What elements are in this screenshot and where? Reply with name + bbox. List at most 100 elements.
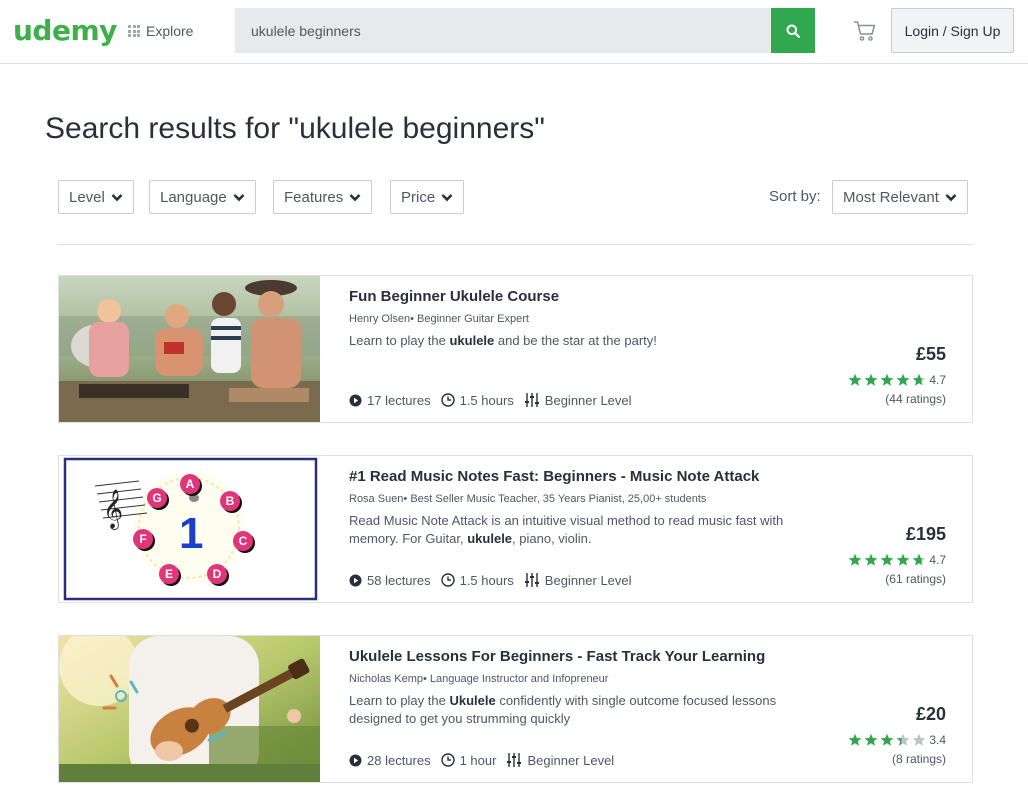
star-rating — [848, 373, 928, 387]
desc-highlight: Ukulele — [449, 693, 496, 708]
course-title[interactable]: Ukulele Lessons For Beginners - Fast Tra… — [349, 648, 765, 665]
course-instructor: Nicholas Kemp• Language Instructor and I… — [349, 673, 609, 685]
top-header: udemy Explore Login / Sign Up — [0, 0, 1028, 64]
star-icon — [849, 373, 862, 386]
clock-icon — [440, 573, 455, 587]
filter-features[interactable]: Features — [273, 180, 373, 214]
chevron-down-icon — [111, 193, 123, 201]
star-icon — [913, 553, 926, 566]
results-divider — [58, 244, 973, 245]
desc-text: , piano, violin. — [512, 531, 592, 546]
course-meta: 58 lectures 1.5 hours Beginner Level — [349, 572, 642, 588]
course-card[interactable]: 𝄞 1 A B C D E F G #1 Read Music Notes Fa… — [58, 455, 973, 603]
svg-text:A: A — [186, 477, 195, 491]
course-level: Beginner Level — [524, 572, 632, 588]
center-number: 1 — [179, 509, 203, 558]
filter-price-label: Price — [401, 188, 436, 206]
play-circle-icon — [349, 574, 362, 586]
course-price: £20 — [915, 704, 946, 724]
clock-icon — [440, 393, 455, 407]
svg-text:C: C — [239, 534, 248, 548]
sort-select[interactable]: Most Relevant — [832, 180, 968, 214]
cart-icon — [854, 21, 876, 41]
explore-label: Explore — [146, 23, 194, 39]
course-rating: 4.7 — [848, 373, 946, 387]
filter-price[interactable]: Price — [390, 180, 465, 214]
course-duration: 1 hour — [440, 752, 497, 768]
course-rating: 4.7 — [848, 553, 946, 567]
course-card[interactable]: Fun Beginner Ukulele Course Henry Olsen•… — [58, 275, 973, 423]
chevron-down-icon — [349, 193, 361, 201]
lectures-label: 28 lectures — [367, 752, 431, 768]
star-icon — [881, 373, 894, 386]
desc-text: Learn to play the — [349, 333, 450, 348]
filter-language[interactable]: Language — [149, 180, 256, 214]
course-instructor: Henry Olsen• Beginner Guitar Expert — [349, 313, 529, 325]
course-price: £195 — [905, 524, 946, 544]
grid-icon — [128, 25, 140, 37]
course-duration: 1.5 hours — [440, 393, 514, 408]
rating-value: 3.4 — [929, 733, 946, 747]
course-duration: 1.5 hours — [440, 572, 514, 588]
search-input[interactable] — [235, 8, 771, 53]
course-title[interactable]: #1 Read Music Notes Fast: Beginners - Mu… — [349, 468, 759, 485]
lectures-count: 58 lectures — [349, 573, 431, 588]
ratings-count: (61 ratings) — [885, 572, 946, 586]
level-label: Beginner Level — [544, 572, 632, 588]
course-description: Learn to play the Ukulele confidently wi… — [349, 692, 819, 728]
search-bar — [235, 8, 815, 53]
page-title: Search results for "ukulele beginners" — [45, 112, 545, 145]
play-circle-icon — [349, 394, 362, 406]
filter-language-label: Language — [160, 188, 227, 206]
login-signup-button[interactable]: Login / Sign Up — [891, 8, 1014, 53]
star-rating — [848, 553, 928, 567]
filter-level[interactable]: Level — [58, 180, 134, 214]
svg-text:D: D — [213, 567, 222, 581]
star-icon — [865, 553, 878, 566]
course-level: Beginner Level — [506, 752, 614, 768]
lectures-label: 58 lectures — [367, 572, 431, 588]
duration-label: 1.5 hours — [459, 572, 514, 588]
search-button[interactable] — [771, 8, 815, 53]
level-label: Beginner Level — [544, 392, 632, 408]
desc-highlight: ukulele — [449, 333, 495, 348]
star-icon — [913, 373, 926, 386]
search-icon — [786, 24, 800, 38]
course-description: Learn to play the ukulele and be the sta… — [349, 332, 819, 350]
course-thumbnail: 𝄞 1 A B C D E F G — [59, 456, 320, 602]
level-label: Beginner Level — [527, 752, 615, 768]
star-rating — [848, 733, 928, 747]
duration-label: 1 hour — [459, 752, 497, 768]
course-instructor: Rosa Suen• Best Seller Music Teacher, 35… — [349, 493, 707, 505]
udemy-logo[interactable]: udemy — [13, 14, 117, 47]
explore-menu[interactable]: Explore — [128, 20, 193, 42]
course-price: £55 — [915, 344, 946, 364]
ratings-count: (8 ratings) — [891, 752, 946, 766]
course-title[interactable]: Fun Beginner Ukulele Course — [349, 288, 559, 305]
ratings-count: (44 ratings) — [885, 392, 946, 406]
star-icon — [881, 733, 894, 746]
star-icon — [881, 553, 894, 566]
cart-button[interactable] — [853, 20, 877, 42]
star-icon — [897, 373, 910, 386]
course-rating: 3.4 — [848, 733, 946, 747]
svg-text:E: E — [165, 567, 173, 581]
svg-text:F: F — [139, 532, 146, 546]
lectures-label: 17 lectures — [367, 392, 431, 408]
course-card[interactable]: Ukulele Lessons For Beginners - Fast Tra… — [58, 635, 973, 783]
chevron-down-icon — [441, 193, 453, 201]
course-meta: 28 lectures 1 hour Beginner Level — [349, 752, 624, 768]
svg-text:B: B — [226, 494, 235, 508]
desc-text: Learn to play the — [349, 693, 450, 708]
play-circle-icon — [349, 754, 362, 766]
level-bars-icon — [524, 573, 539, 587]
star-icon — [897, 553, 910, 566]
course-meta: 17 lectures 1.5 hours Beginner Level — [349, 392, 642, 408]
star-icon — [849, 553, 862, 566]
sort-value: Most Relevant — [843, 188, 939, 206]
sort-by-label: Sort by: — [769, 188, 821, 205]
course-description: Read Music Note Attack is an intuitive v… — [349, 512, 819, 548]
star-icon — [913, 733, 926, 746]
course-level: Beginner Level — [524, 392, 632, 408]
lectures-count: 17 lectures — [349, 393, 431, 408]
